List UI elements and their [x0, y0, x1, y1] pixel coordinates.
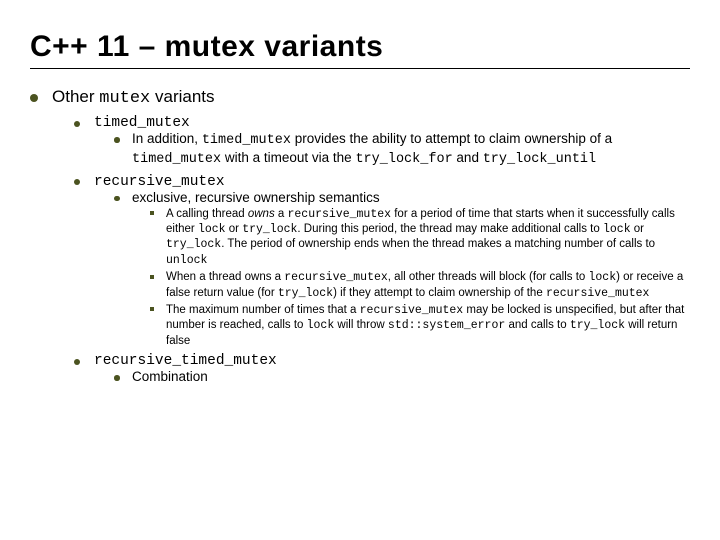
text: . During this period, the thread may mak… [297, 223, 603, 235]
bullet-icon [74, 359, 80, 365]
list-item: recursive_timed_mutex Combination [74, 352, 690, 386]
sublist: A calling thread owns a recursive_mutex … [150, 207, 690, 348]
bullet-icon [114, 196, 120, 202]
text: exclusive, recursive ownership semantics [132, 190, 380, 205]
list-item: A calling thread owns a recursive_mutex … [150, 207, 690, 269]
text: or [226, 223, 243, 235]
square-bullet-icon [150, 275, 154, 279]
code: lock [198, 223, 226, 236]
text: with a timeout via the [221, 150, 355, 165]
slide-title: C++ 11 – mutex variants [30, 30, 690, 64]
text: , all other threads will block (for call… [388, 271, 589, 283]
code: lock [307, 319, 335, 332]
list-item: Combination [114, 369, 690, 386]
code: lock [589, 271, 617, 284]
slide: C++ 11 – mutex variants Other mutex vari… [0, 0, 720, 540]
code: try_lock [242, 223, 297, 236]
sublist: exclusive, recursive ownership semantics… [114, 190, 690, 348]
text: A calling thread [166, 208, 248, 220]
title-rule [30, 68, 690, 69]
code: recursive_mutex [284, 271, 388, 284]
code: recursive_mutex [94, 174, 225, 190]
code: std::system_error [388, 319, 505, 332]
italic: owns [248, 208, 275, 220]
text: provides the ability to attempt to claim… [291, 131, 612, 146]
bullet-icon [114, 137, 120, 143]
text: a [275, 208, 288, 220]
code: try_lock_until [483, 152, 596, 167]
text: or [631, 223, 644, 235]
list-item: Other mutex variants timed_mutex In addi… [30, 87, 690, 386]
code: try_lock [278, 287, 333, 300]
sublist: timed_mutex In addition, timed_mutex pro… [74, 114, 690, 386]
code: recursive_mutex [546, 287, 650, 300]
bullet-icon [74, 179, 80, 185]
list-item: exclusive, recursive ownership semantics… [114, 190, 690, 348]
code: timed_mutex [94, 115, 190, 131]
text: . The period of ownership ends when the … [221, 238, 655, 250]
code: mutex [99, 89, 150, 108]
bullet-icon [114, 375, 120, 381]
code: lock [603, 223, 631, 236]
code: timed_mutex [202, 133, 291, 148]
list-item: In addition, timed_mutex provides the ab… [114, 131, 690, 169]
list-item: recursive_mutex exclusive, recursive own… [74, 173, 690, 348]
text: When a thread owns a [166, 271, 284, 283]
list-item: When a thread owns a recursive_mutex, al… [150, 270, 690, 301]
text: In addition, [132, 131, 202, 146]
code: unlock [166, 254, 207, 267]
text: Other [52, 87, 99, 106]
sublist: Combination [114, 369, 690, 386]
text: The maximum number of times that a [166, 304, 360, 316]
square-bullet-icon [150, 211, 154, 215]
square-bullet-icon [150, 307, 154, 311]
code: try_lock_for [355, 152, 452, 167]
text: and calls to [505, 319, 570, 331]
code: try_lock [166, 238, 221, 251]
code: try_lock [570, 319, 625, 332]
code: timed_mutex [132, 152, 221, 167]
code: recursive_mutex [288, 208, 392, 221]
text: ) if they attempt to claim ownership of … [333, 287, 546, 299]
text: and [453, 150, 483, 165]
bullet-icon [30, 94, 38, 102]
text: will throw [334, 319, 388, 331]
text: variants [150, 87, 214, 106]
text: Combination [132, 369, 208, 384]
list-item: The maximum number of times that a recur… [150, 303, 690, 348]
code: recursive_timed_mutex [94, 353, 277, 369]
code: recursive_mutex [360, 304, 464, 317]
bullet-list: Other mutex variants timed_mutex In addi… [30, 87, 690, 386]
bullet-icon [74, 121, 80, 127]
list-item: timed_mutex In addition, timed_mutex pro… [74, 114, 690, 169]
sublist: In addition, timed_mutex provides the ab… [114, 131, 690, 169]
